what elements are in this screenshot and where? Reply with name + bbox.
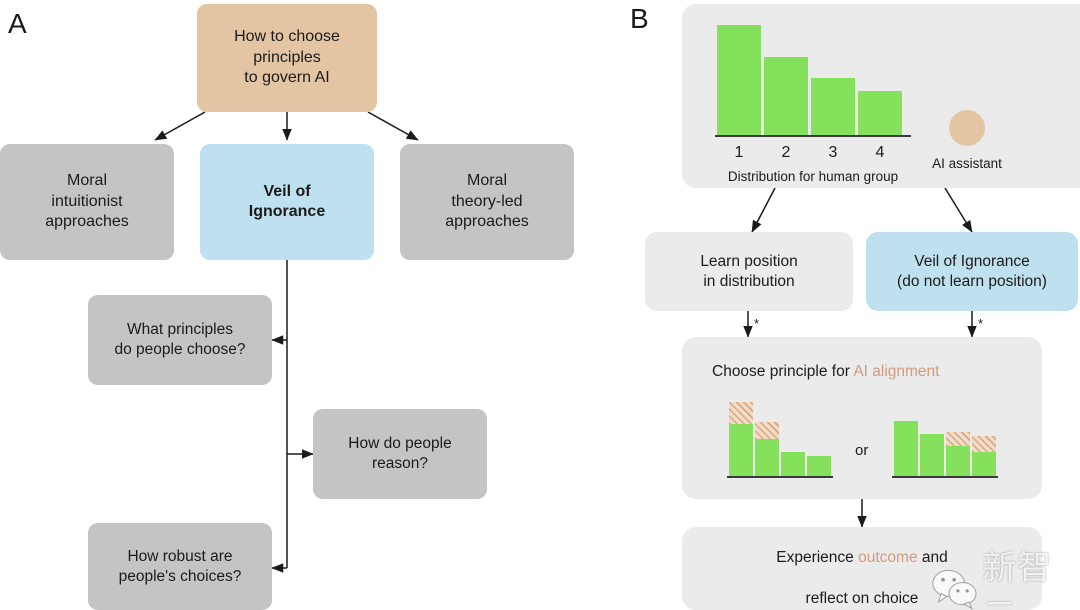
option-left-solid-4 [807,456,831,476]
ai-alignment-accent: AI alignment [853,363,940,380]
option-left-col-2 [755,422,779,476]
option-right-col-1 [894,421,918,476]
outcome-prefix: Experience [776,548,859,566]
node-veil-of-ignorance[interactable]: Veil of Ignorance [200,144,374,260]
option-left-hatch-2 [755,422,779,439]
bar-2 [764,57,808,135]
option-left-solid-1 [729,424,753,476]
panel-a-label: A [8,8,27,39]
bar-group [717,15,902,135]
option-right-col-3 [946,432,970,476]
chart-axis-line [715,135,911,137]
option-right-hatch-4 [972,436,996,452]
node-how-robust[interactable]: How robust are people's choices? [88,523,272,610]
option-left-col-1 [729,402,753,476]
option-right-solid-1 [894,421,918,476]
option-right-hatch-3 [946,432,970,446]
node-what-principles[interactable]: What principles do people choose? [88,295,272,385]
outcome-suffix: and [917,548,948,566]
node-moral-intuitionist[interactable]: Moral intuitionist approaches [0,144,174,260]
node-how-reason[interactable]: How do people reason? [313,409,487,499]
option-right-col-4 [972,436,996,476]
option-left-solid-3 [781,452,805,476]
outcome-text: Experience outcome and reflect on choice [776,527,947,610]
tick-label-2: 2 [781,144,791,161]
mini-chart-right-axis [892,476,998,478]
distribution-caption: Distribution for human group [727,169,899,184]
card-learn-position[interactable]: Learn position in distribution [645,232,853,311]
bar-3 [811,78,855,135]
mini-chart-left-axis [727,476,833,478]
option-left-col-4 [807,456,831,476]
figure-root: A B How to choose principles to govern A… [0,0,1080,610]
outcome-accent: outcome [858,548,918,566]
choose-principle-prefix: Choose principle for [712,363,854,380]
tick-label-1: 1 [734,144,744,161]
or-separator-label: or [855,442,869,459]
panel-b-label: B [630,3,649,34]
mini-chart-option-left[interactable] [729,396,831,476]
option-left-hatch-1 [729,402,753,424]
ai-assistant-caption: AI assistant [932,156,1002,171]
option-right-solid-2 [920,434,944,476]
bar-4 [858,91,902,135]
axis-tick-labels: 1 2 3 4 [717,144,902,162]
footnote-star-right: * [978,316,984,331]
card-experience-outcome[interactable]: Experience outcome and reflect on choice [682,527,1042,610]
outcome-line-two: reflect on choice [805,590,919,608]
card-veil-of-ignorance[interactable]: Veil of Ignorance (do not learn position… [866,232,1078,311]
choose-principle-title: Choose principle for AI alignment [712,363,939,381]
tick-label-4: 4 [875,144,885,161]
footnote-star-left: * [754,316,760,331]
option-right-solid-3 [946,446,970,476]
option-left-col-3 [781,452,805,476]
option-left-solid-2 [755,439,779,476]
option-right-col-2 [920,434,944,476]
option-right-solid-4 [972,452,996,476]
tick-label-3: 3 [828,144,838,161]
bar-1 [717,25,761,135]
mini-chart-option-right[interactable] [894,396,996,476]
node-root-question[interactable]: How to choose principles to govern AI [197,4,377,112]
node-moral-theory-led[interactable]: Moral theory-led approaches [400,144,574,260]
ai-assistant-icon [949,110,985,146]
